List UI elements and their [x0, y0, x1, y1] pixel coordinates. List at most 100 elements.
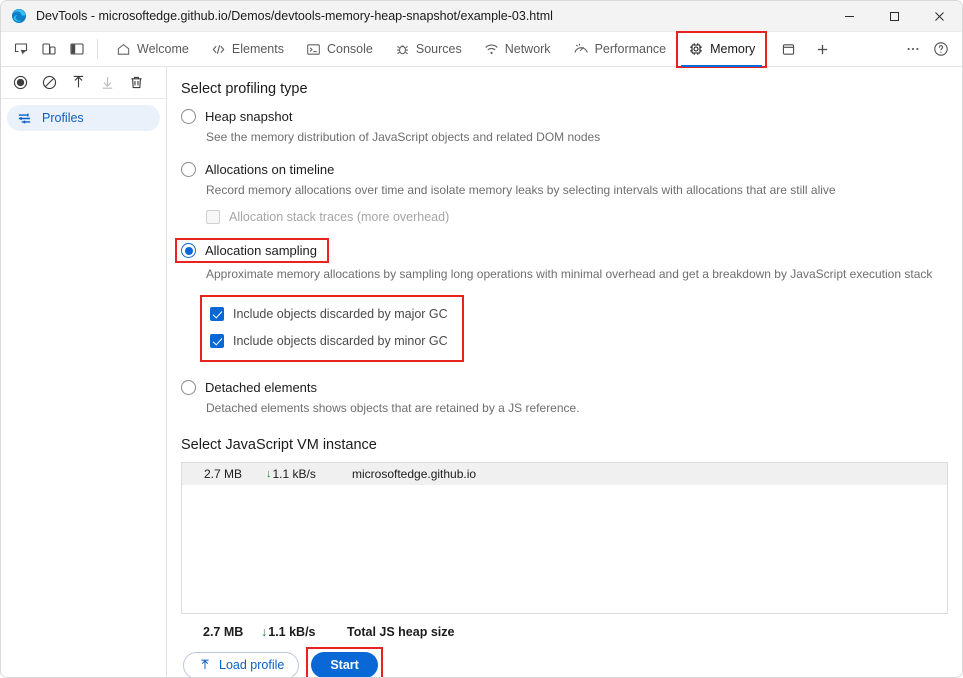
toggle-drawer-icon[interactable]: [64, 36, 90, 62]
vm-rate: ↓ 1.1 kB/s: [266, 467, 352, 481]
tab-network[interactable]: Network: [473, 32, 562, 67]
edge-logo-icon: [11, 8, 27, 24]
total-heap-stats: 2.7 MB ↓ 1.1 kB/s Total JS heap size: [203, 625, 948, 639]
vm-instance-list[interactable]: 2.7 MB ↓ 1.1 kB/s microsoftedge.github.i…: [181, 462, 948, 614]
devtools-tab-strip: Welcome Elements Console: [1, 32, 962, 67]
device-toolbar-icon[interactable]: [36, 36, 62, 62]
down-arrow-icon: ↓: [261, 625, 267, 639]
profiling-type-title: Select profiling type: [181, 81, 948, 97]
option-label: Heap snapshot: [205, 109, 292, 124]
checkbox-major-gc[interactable]: [210, 307, 224, 321]
toolbar-divider: [97, 39, 98, 59]
devtools-window: DevTools - microsoftedge.github.io/Demos…: [0, 0, 963, 678]
speedometer-icon: [573, 42, 589, 57]
close-icon[interactable]: [917, 1, 962, 32]
option-description-detached-elements: Detached elements shows objects that are…: [206, 401, 948, 415]
memory-sidebar: Profiles: [1, 67, 167, 677]
title-bar: DevTools - microsoftedge.github.io/Demos…: [1, 1, 962, 32]
plus-icon[interactable]: [808, 35, 836, 63]
total-heap-size-label: Total JS heap size: [347, 625, 454, 639]
wifi-icon: [484, 42, 499, 57]
total-rate-value: 1.1 kB/s: [268, 625, 315, 639]
maximize-icon[interactable]: [872, 1, 917, 32]
total-rate: ↓ 1.1 kB/s: [261, 625, 347, 639]
option-label: Detached elements: [205, 380, 317, 395]
vm-heap-size: 2.7 MB: [204, 467, 266, 481]
record-circle-icon[interactable]: [7, 70, 33, 96]
more-options-icon[interactable]: [900, 36, 926, 62]
checkbox-label: Allocation stack traces (more overhead): [229, 210, 449, 224]
profile-toolbar: [1, 67, 166, 99]
checkbox-allocation-stack-traces: [206, 210, 220, 224]
tab-label: Console: [327, 42, 373, 56]
trash-icon[interactable]: [123, 70, 149, 96]
tab-welcome[interactable]: Welcome: [105, 32, 200, 67]
checkbox-row-allocation-stack-traces: Allocation stack traces (more overhead): [206, 210, 948, 224]
tab-list: Welcome Elements Console: [105, 32, 766, 67]
footer-button-row: Load profile Start: [181, 648, 948, 677]
checkbox-minor-gc[interactable]: [210, 334, 224, 348]
radio-heap-snapshot[interactable]: [181, 109, 196, 124]
tab-console[interactable]: Console: [295, 32, 384, 67]
tab-label: Welcome: [137, 42, 189, 56]
code-brackets-icon: [211, 42, 226, 57]
vm-instance-title: Select JavaScript VM instance: [181, 437, 948, 453]
option-description-allocation-sampling: Approximate memory allocations by sampli…: [206, 267, 948, 281]
tab-memory[interactable]: Memory: [677, 32, 766, 67]
console-terminal-icon: [306, 42, 321, 57]
tab-label: Sources: [416, 42, 462, 56]
checkbox-label: Include objects discarded by minor GC: [233, 334, 448, 348]
load-profile-button[interactable]: Load profile: [183, 652, 299, 678]
option-label: Allocation sampling: [205, 243, 317, 258]
tab-elements[interactable]: Elements: [200, 32, 295, 67]
option-description-heap-snapshot: See the memory distribution of JavaScrip…: [206, 130, 948, 144]
checkbox-label: Include objects discarded by major GC: [233, 307, 448, 321]
sidebar-item-label: Profiles: [42, 111, 84, 125]
minimize-icon[interactable]: [827, 1, 872, 32]
option-description-allocations-on-timeline: Record memory allocations over time and …: [206, 183, 948, 197]
tabstrip-right-icons: [900, 36, 962, 62]
radio-allocations-on-timeline[interactable]: [181, 162, 196, 177]
option-allocation-sampling[interactable]: Allocation sampling: [177, 240, 327, 261]
radio-allocation-sampling[interactable]: [181, 243, 196, 258]
clear-prohibited-icon[interactable]: [36, 70, 62, 96]
tab-label: Network: [505, 42, 551, 56]
sliders-icon: [17, 111, 32, 126]
sidebar-item-profiles[interactable]: Profiles: [7, 105, 160, 131]
start-button-highlight: Start: [307, 648, 381, 677]
start-button[interactable]: Start: [311, 652, 377, 677]
checkbox-row-minor-gc[interactable]: Include objects discarded by minor GC: [210, 334, 448, 348]
load-profile-label: Load profile: [219, 658, 284, 672]
bug-icon: [395, 42, 410, 57]
upload-arrow-icon: [198, 658, 212, 672]
dock-panel-icon[interactable]: [774, 35, 802, 63]
down-arrow-icon: ↓: [266, 468, 272, 480]
home-icon: [116, 42, 131, 57]
profile-list: Profiles: [1, 99, 166, 131]
tab-performance[interactable]: Performance: [562, 32, 678, 67]
option-heap-snapshot[interactable]: Heap snapshot: [181, 109, 948, 124]
option-label: Allocations on timeline: [205, 162, 334, 177]
checkbox-row-major-gc[interactable]: Include objects discarded by major GC: [210, 307, 448, 321]
tab-label: Memory: [710, 42, 755, 56]
devtools-body: Profiles Select profiling type Heap snap…: [1, 67, 962, 677]
option-detached-elements[interactable]: Detached elements: [181, 380, 948, 395]
upload-arrow-icon[interactable]: [65, 70, 91, 96]
total-heap-size-value: 2.7 MB: [203, 625, 261, 639]
help-question-icon[interactable]: [928, 36, 954, 62]
memory-main-panel: Select profiling type Heap snapshot See …: [167, 67, 962, 677]
tab-label: Elements: [232, 42, 284, 56]
vm-instance-name: microsoftedge.github.io: [352, 467, 476, 481]
vm-rate-value: 1.1 kB/s: [273, 467, 316, 481]
tab-sources[interactable]: Sources: [384, 32, 473, 67]
dock-icon-group: [1, 36, 90, 62]
tab-label: Performance: [595, 42, 667, 56]
radio-detached-elements[interactable]: [181, 380, 196, 395]
memory-chip-icon: [688, 41, 704, 57]
gc-checkbox-group: Include objects discarded by major GC In…: [202, 297, 462, 360]
option-allocations-on-timeline[interactable]: Allocations on timeline: [181, 162, 948, 177]
download-arrow-icon: [94, 70, 120, 96]
window-controls: [827, 1, 962, 32]
inspect-element-icon[interactable]: [8, 36, 34, 62]
vm-instance-row[interactable]: 2.7 MB ↓ 1.1 kB/s microsoftedge.github.i…: [182, 463, 947, 485]
